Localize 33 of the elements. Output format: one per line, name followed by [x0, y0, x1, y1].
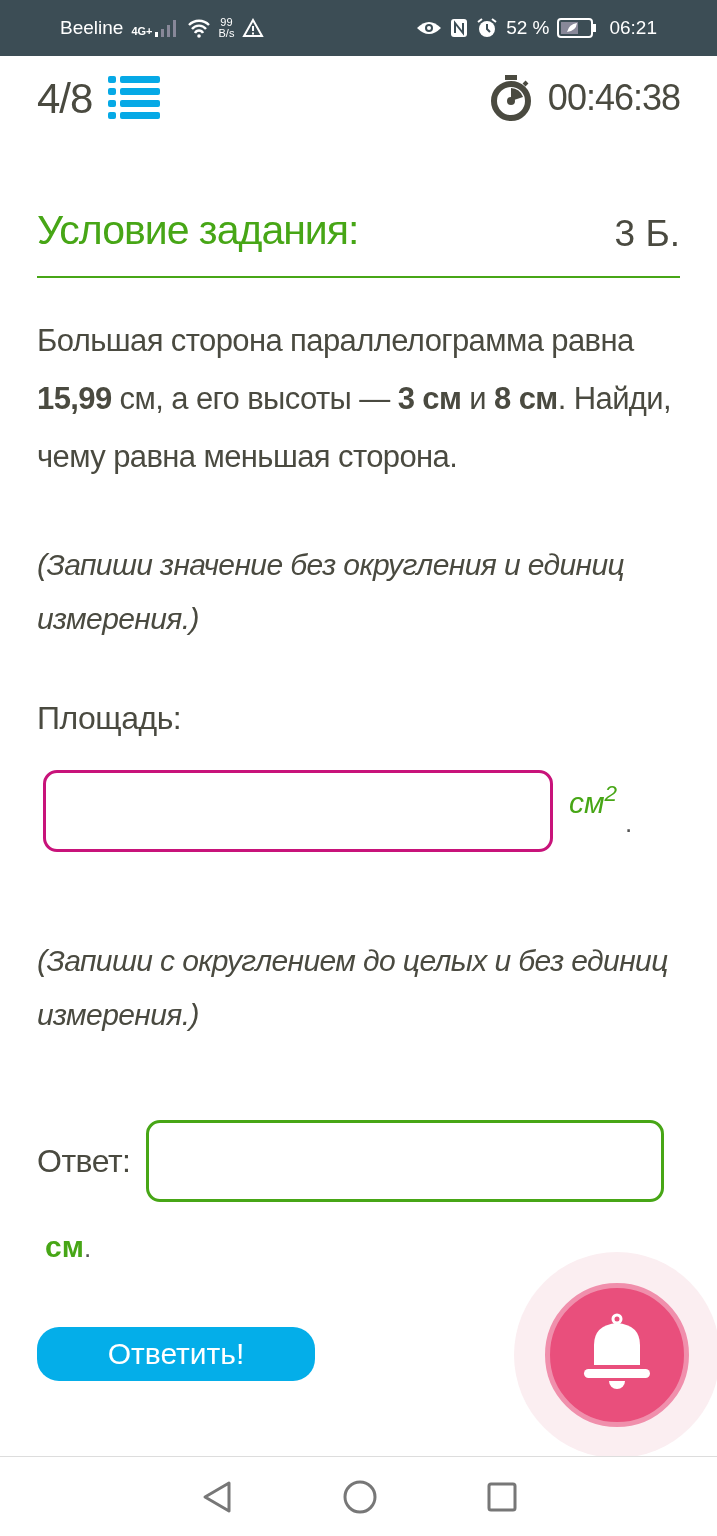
field-label: Ответ:: [37, 1141, 131, 1181]
timer-text: 00:46:38: [547, 76, 680, 120]
list-icon[interactable]: [108, 75, 161, 121]
answer-field[interactable]: [146, 1119, 664, 1202]
instruction-text: (Запиши значение без округления и единиц измерения.): [37, 546, 626, 637]
warning-icon: [242, 18, 265, 38]
field-label: Площадь:: [37, 698, 183, 738]
network-type: 4G+: [131, 26, 153, 37]
eye-icon: [416, 20, 443, 36]
recents-icon[interactable]: [486, 1481, 517, 1512]
submit-button[interactable]: Ответить!: [37, 1326, 315, 1381]
question-counter: 4/8: [37, 73, 93, 124]
instruction-text: (Запиши с округлением до целых и без единиц измерения.): [37, 942, 669, 1033]
unit-label: см: [45, 1228, 84, 1265]
alarm-icon: [476, 17, 499, 39]
unit-label: см$^{2}$: [569, 780, 618, 821]
signal-icon: [152, 19, 179, 37]
battery-icon: [557, 18, 598, 38]
home-icon[interactable]: [342, 1479, 377, 1514]
task-points: 3 Б.: [614, 212, 680, 256]
wifi-icon: [186, 18, 211, 38]
trailing-dot: .: [83, 1231, 92, 1265]
speed-value: 99: [220, 17, 233, 28]
trailing-dot: .: [625, 806, 633, 840]
task-title: Условие задания:: [37, 206, 359, 255]
battery-level: 52 %: [506, 15, 550, 40]
nfc-icon: [450, 18, 469, 38]
clock-time: 06:21: [609, 15, 657, 40]
answer-field[interactable]: [43, 769, 553, 852]
question-text: Большая сторона параллелограмма равна 15,99 см, а его высоты — 3 см и 8 см. Найди, чему равна меньшая сторона.: [37, 321, 673, 476]
speed-unit: B/s: [218, 28, 235, 39]
stopwatch-icon: [489, 74, 532, 122]
carrier-name: Beeline: [60, 15, 124, 40]
